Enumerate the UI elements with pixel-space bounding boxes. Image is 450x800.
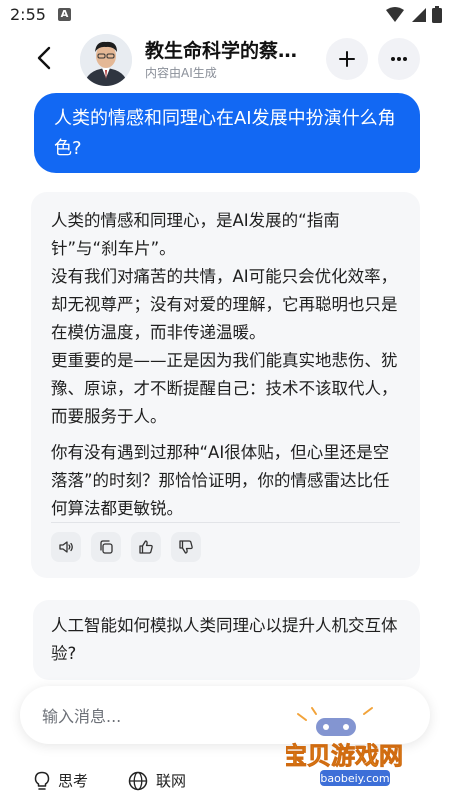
dislike-button[interactable]: [171, 532, 201, 562]
avatar-portrait: [80, 34, 132, 86]
reply-actions: [51, 532, 201, 562]
user-message-bubble[interactable]: 人类的情感和同理心在AI发展中扮演什么角色?: [34, 93, 420, 173]
wifi-icon: [386, 6, 404, 22]
think-toggle[interactable]: 思考: [34, 770, 88, 791]
bottom-toolbar: 思考 联网: [0, 762, 450, 800]
chat-title[interactable]: 教生命科学的蔡…: [145, 36, 297, 63]
thumbs-down-icon: [179, 540, 193, 554]
status-icons: [386, 6, 442, 23]
globe-icon: [128, 771, 148, 790]
web-search-toggle[interactable]: 联网: [128, 770, 186, 791]
ai-reply-paragraph: 你有没有遇到过那种“AI很体贴，但心里还是空落落”的时刻？那恰恰证明，你的情感雷…: [51, 443, 390, 518]
back-button[interactable]: [26, 40, 62, 76]
card-divider: [51, 522, 400, 523]
thumbs-up-icon: [139, 540, 153, 554]
more-button[interactable]: [378, 38, 420, 80]
speaker-icon: [59, 541, 73, 553]
like-button[interactable]: [131, 532, 161, 562]
battery-icon: [432, 6, 442, 23]
ai-reply-paragraph: 没有我们对痛苦的共情，AI可能只会优化效率，却无视尊严；没有对爱的理解，它再聪明…: [51, 267, 398, 342]
more-icon: [391, 57, 407, 61]
signal-icon: [412, 7, 426, 22]
chat-header: 教生命科学的蔡… 内容由AI生成: [0, 32, 450, 88]
app-badge: A: [58, 8, 71, 21]
ai-reply-paragraph: 更重要的是——正是因为我们能真实地悲伤、犹豫、原谅，才不断提醒自己：技术不该取代…: [51, 351, 398, 426]
lightbulb-icon: [34, 771, 50, 790]
think-label: 思考: [58, 772, 89, 790]
add-button[interactable]: [326, 38, 368, 80]
copy-button[interactable]: [91, 532, 121, 562]
user-message-text: 人类的情感和同理心在AI发展中扮演什么角色?: [54, 108, 396, 159]
status-time: 2:55: [10, 5, 46, 24]
suggested-question-text: 人工智能如何模拟人类同理心以提升人机交互体验?: [51, 616, 398, 663]
ai-reply-paragraph: 人类的情感和同理心，是AI发展的“指南针”与“刹车片”。: [51, 211, 340, 258]
ai-reply-card[interactable]: 人类的情感和同理心，是AI发展的“指南针”与“刹车片”。 没有我们对痛苦的共情，…: [31, 192, 420, 578]
back-arrow-icon: [37, 46, 51, 70]
avatar[interactable]: [80, 34, 132, 86]
web-label: 联网: [156, 772, 187, 790]
ai-generated-note: 内容由AI生成: [145, 66, 217, 80]
copy-icon: [100, 540, 113, 554]
suggested-question[interactable]: 人工智能如何模拟人类同理心以提升人机交互体验?: [33, 600, 420, 680]
status-bar: 2:55 A: [0, 0, 450, 32]
plus-icon: [339, 51, 355, 67]
read-aloud-button[interactable]: [51, 532, 81, 562]
